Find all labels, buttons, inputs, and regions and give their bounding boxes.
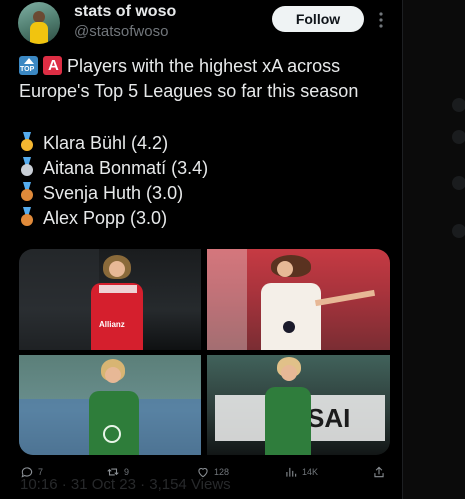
banner-text: SAI <box>307 403 351 433</box>
avatar-shirt <box>30 22 48 44</box>
more-options-icon[interactable] <box>376 10 386 30</box>
share-icon <box>374 466 384 478</box>
sidebar-ghost-icon <box>452 224 465 238</box>
like-button[interactable]: 128 <box>196 463 229 481</box>
photo-aitana-bonmati[interactable] <box>207 249 390 350</box>
photo-klara-buhl[interactable]: Allianz <box>19 249 201 350</box>
bronze-medal-icon <box>19 207 35 227</box>
action-bar: 7 9 128 14K <box>20 463 390 481</box>
follow-button[interactable]: Follow <box>272 6 364 32</box>
media-grid[interactable]: Allianz SAI <box>19 249 390 455</box>
reply-button[interactable]: 7 <box>20 463 43 481</box>
silver-medal-icon <box>19 157 35 177</box>
avatar[interactable] <box>18 2 60 44</box>
photo-svenja-huth[interactable] <box>19 355 201 455</box>
reply-icon <box>21 467 33 478</box>
player-row: Klara Bühl (4.2) <box>19 132 168 154</box>
sidebar-ghost-icon <box>452 98 465 112</box>
player-text: Alex Popp (3.0) <box>43 208 168 228</box>
analytics-icon <box>286 467 297 477</box>
photo-alex-popp[interactable]: SAI <box>207 355 390 455</box>
heart-icon <box>198 468 208 478</box>
headline-text-1: Players with the highest xA across <box>67 56 341 76</box>
sidebar-ghost-icon <box>452 130 465 144</box>
gold-medal-icon <box>19 132 35 152</box>
views-count: 14K <box>302 467 319 477</box>
player-row: Alex Popp (3.0) <box>19 207 167 229</box>
retweet-count: 9 <box>124 467 130 477</box>
user-handle[interactable]: @statsofwoso <box>74 23 168 40</box>
tweet-headline-1: Players with the highest xA across <box>19 56 340 77</box>
tweet: stats of woso @statsofwoso Follow Player… <box>0 0 401 499</box>
bronze-medal-icon <box>19 182 35 202</box>
player-row: Aitana Bonmatí (3.4) <box>19 157 208 179</box>
retweet-button[interactable]: 9 <box>106 463 129 481</box>
tweet-headline-2: Europe's Top 5 Leagues so far this seaso… <box>19 81 359 101</box>
player-text: Klara Bühl (4.2) <box>43 133 169 153</box>
display-name[interactable]: stats of woso <box>74 3 176 21</box>
views-button[interactable]: 14K <box>284 463 318 481</box>
like-count: 128 <box>214 467 230 477</box>
right-sidebar <box>402 0 465 499</box>
player-row: Svenja Huth (3.0) <box>19 182 183 204</box>
retweet-icon <box>107 468 119 476</box>
top-emoji-icon <box>19 56 38 75</box>
player-text: Svenja Huth (3.0) <box>43 183 184 203</box>
letter-a-emoji-icon <box>43 56 62 75</box>
reply-count: 7 <box>38 467 44 477</box>
player-text: Aitana Bonmatí (3.4) <box>43 158 209 178</box>
share-button[interactable] <box>372 463 390 481</box>
sidebar-ghost-icon <box>452 176 465 190</box>
sponsor-text: Allianz <box>99 320 125 329</box>
